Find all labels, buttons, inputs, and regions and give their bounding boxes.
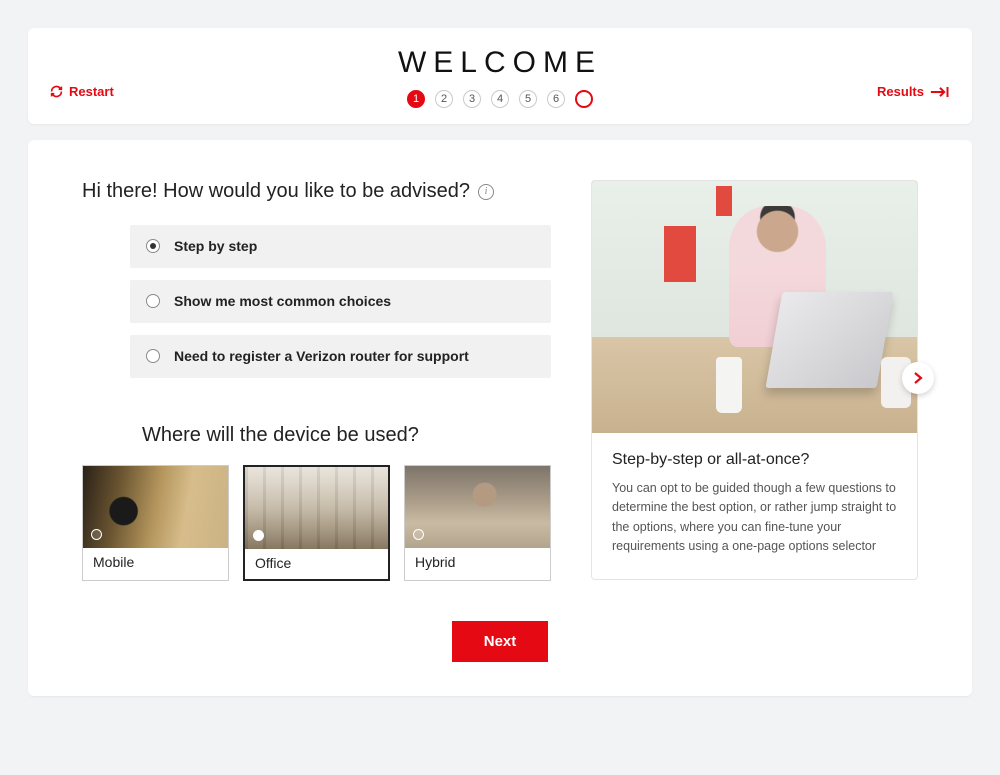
- option-label: Show me most common choices: [174, 292, 391, 311]
- page-title: WELCOME: [50, 46, 950, 80]
- step-5[interactable]: 5: [519, 90, 537, 108]
- step-1[interactable]: 1: [407, 90, 425, 108]
- option-label: Step by step: [174, 237, 257, 256]
- question-1-text: Hi there! How would you like to be advis…: [82, 180, 470, 203]
- radio-icon: [91, 529, 102, 540]
- results-button[interactable]: Results: [877, 84, 950, 99]
- radio-icon: [413, 529, 424, 540]
- question-1-title: Hi there! How would you like to be advis…: [82, 180, 551, 203]
- option-step-by-step[interactable]: Step by step: [130, 225, 551, 268]
- option-common-choices[interactable]: Show me most common choices: [130, 280, 551, 323]
- radio-icon: [146, 349, 160, 363]
- tile-mobile[interactable]: Mobile: [82, 465, 229, 581]
- info-panel-text: You can opt to be guided though a few qu…: [612, 479, 897, 557]
- tile-label: Mobile: [83, 548, 228, 578]
- radio-icon: [253, 530, 264, 541]
- header-bar: Restart WELCOME 1 2 3 4 5 6 Results: [28, 28, 972, 124]
- radio-icon: [146, 294, 160, 308]
- step-3[interactable]: 3: [463, 90, 481, 108]
- radio-icon: [146, 239, 160, 253]
- results-label: Results: [877, 84, 924, 99]
- step-6[interactable]: 6: [547, 90, 565, 108]
- refresh-icon: [50, 85, 63, 98]
- tile-label: Hybrid: [405, 548, 550, 578]
- arrow-right-end-icon: [930, 86, 950, 98]
- info-panel-image: [592, 181, 917, 433]
- option-register-router[interactable]: Need to register a Verizon router for su…: [130, 335, 551, 378]
- tile-image: [245, 467, 388, 549]
- questions-column: Hi there! How would you like to be advis…: [82, 180, 551, 581]
- tile-office[interactable]: Office: [243, 465, 390, 581]
- restart-button[interactable]: Restart: [50, 84, 114, 99]
- info-column: Step-by-step or all-at-once? You can opt…: [591, 180, 918, 581]
- step-indicator: 1 2 3 4 5 6: [50, 90, 950, 108]
- info-icon[interactable]: i: [478, 184, 494, 200]
- wizard-body: Hi there! How would you like to be advis…: [28, 140, 972, 696]
- tile-image: [405, 466, 550, 548]
- tile-image: [83, 466, 228, 548]
- tile-label: Office: [245, 549, 388, 579]
- chevron-right-icon: [913, 371, 923, 385]
- step-2[interactable]: 2: [435, 90, 453, 108]
- info-panel: Step-by-step or all-at-once? You can opt…: [591, 180, 918, 580]
- tile-hybrid[interactable]: Hybrid: [404, 465, 551, 581]
- question-2-tiles: Mobile Office Hybrid: [82, 465, 551, 581]
- restart-label: Restart: [69, 84, 114, 99]
- question-1-options: Step by step Show me most common choices…: [82, 225, 551, 378]
- option-label: Need to register a Verizon router for su…: [174, 347, 469, 366]
- next-button[interactable]: Next: [452, 621, 548, 662]
- step-4[interactable]: 4: [491, 90, 509, 108]
- step-final[interactable]: [575, 90, 593, 108]
- question-2-title: Where will the device be used?: [142, 424, 551, 447]
- info-panel-title: Step-by-step or all-at-once?: [612, 451, 897, 469]
- carousel-next-button[interactable]: [902, 362, 934, 394]
